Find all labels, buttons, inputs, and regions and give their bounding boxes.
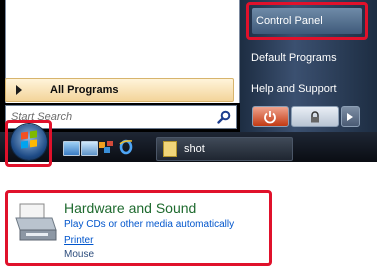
printer-link[interactable]: Printer xyxy=(64,235,93,246)
printer-icon xyxy=(15,203,57,241)
media-player-icon[interactable] xyxy=(99,140,114,153)
start-menu: All Programs Default Programs Help and S… xyxy=(0,0,377,132)
hardware-and-sound-title[interactable]: Hardware and Sound xyxy=(64,200,196,216)
shutdown-options-button[interactable] xyxy=(340,106,361,127)
taskbar-window-button[interactable]: shot xyxy=(156,137,293,161)
control-panel-label: Control Panel xyxy=(256,15,323,27)
show-desktop-icon[interactable] xyxy=(63,141,80,156)
power-icon xyxy=(264,110,277,123)
chevron-right-icon xyxy=(347,112,354,121)
default-programs-item[interactable]: Default Programs xyxy=(251,52,363,64)
taskbar-window-label: shot xyxy=(184,143,205,155)
all-programs-label: All Programs xyxy=(50,84,119,96)
control-panel-item[interactable]: Control Panel xyxy=(252,8,362,34)
play-cds-link[interactable]: Play CDs or other media automatically xyxy=(64,219,234,230)
internet-explorer-icon[interactable] xyxy=(118,139,133,155)
power-button[interactable] xyxy=(252,106,289,127)
lock-button[interactable] xyxy=(290,106,339,127)
all-programs-button[interactable]: All Programs xyxy=(5,78,234,102)
help-and-support-item[interactable]: Help and Support xyxy=(251,83,363,95)
search-icon[interactable] xyxy=(217,110,231,124)
mouse-link[interactable]: Mouse xyxy=(64,249,94,260)
switch-windows-icon[interactable] xyxy=(81,141,98,156)
power-controls xyxy=(252,106,362,127)
folder-icon xyxy=(163,141,177,157)
control-panel-highlight: Control Panel xyxy=(246,2,368,40)
chevron-right-icon xyxy=(16,85,22,95)
start-orb-highlight xyxy=(5,120,52,167)
lock-icon xyxy=(310,110,319,122)
